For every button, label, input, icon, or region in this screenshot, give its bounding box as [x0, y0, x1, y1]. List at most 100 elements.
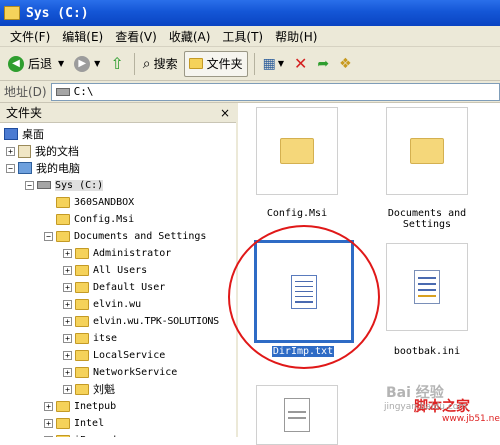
documents-icon [18, 144, 31, 158]
delete-button[interactable]: ✕ [290, 51, 311, 77]
folder-pane-title: 文件夹 [6, 106, 43, 120]
close-icon[interactable]: × [220, 106, 230, 120]
tree-item-folder[interactable]: + NetworkService [63, 364, 177, 380]
computer-icon [18, 162, 32, 174]
dropdown-arrow-icon[interactable]: ▼ [94, 59, 100, 68]
tree-item-my-documents[interactable]: + 我的文档 [6, 143, 79, 159]
file-thumbnail[interactable] [256, 385, 338, 445]
address-bar: 地址(D) C:\ [0, 81, 500, 103]
menu-view[interactable]: 查看(V) [109, 28, 163, 45]
settings-file-icon [414, 270, 440, 304]
expand-icon[interactable]: + [63, 350, 72, 360]
collapse-icon[interactable]: − [25, 180, 34, 190]
tree-item-folder[interactable]: 360SANDBOX [56, 194, 134, 210]
forward-arrow-icon: ▶ [74, 55, 91, 72]
folder-icon [75, 349, 89, 361]
tree-item-folder[interactable]: + Default User [63, 279, 165, 295]
dropdown-arrow-icon: ▼ [277, 59, 284, 68]
expand-icon[interactable]: + [6, 146, 15, 156]
folder-icon [75, 366, 89, 378]
tree-item-folder[interactable]: + elvin.wu [63, 296, 141, 312]
search-label: 搜索 [153, 57, 178, 71]
tree-item-folder[interactable]: Config.Msi [56, 211, 134, 227]
move-to-button[interactable]: ➦ [313, 51, 333, 77]
address-label: 地址(D) [4, 85, 47, 99]
expand-icon[interactable]: + [63, 367, 72, 377]
tree-item-folder[interactable]: + Intel [44, 415, 104, 431]
folder-icon [75, 298, 89, 310]
dropdown-arrow-icon[interactable]: ▼ [58, 59, 64, 68]
search-button[interactable]: ⌕ 搜索 [139, 51, 182, 77]
expand-icon[interactable]: + [63, 384, 72, 394]
expand-icon[interactable]: + [44, 418, 53, 428]
folders-button[interactable]: 文件夹 [183, 50, 248, 77]
tree-item-drive-c[interactable]: − Sys (C:) [25, 177, 104, 193]
tree-item-folder[interactable]: +iPromsd [44, 432, 116, 437]
desktop-icon [4, 128, 18, 140]
file-label[interactable]: Config.Msi [249, 208, 345, 219]
menu-edit[interactable]: 编辑(E) [56, 28, 109, 45]
drive-icon [37, 181, 51, 189]
move-to-icon: ➦ [317, 55, 330, 72]
folder-icon [75, 315, 89, 327]
title-bar: Sys (C:) [0, 0, 500, 26]
folder-icon [56, 196, 70, 208]
tree-item-folder[interactable]: + elvin.wu.TPK-SOLUTIONS [63, 313, 219, 329]
delete-icon: ✕ [294, 54, 308, 73]
tree-item-folder[interactable]: + 刘魁 [63, 381, 115, 397]
expand-icon[interactable]: + [63, 299, 72, 309]
drive-icon [55, 87, 70, 96]
file-thumbnail[interactable] [386, 107, 468, 195]
copy-to-button[interactable]: ❖ [335, 51, 356, 77]
folder-icon [75, 264, 89, 276]
menu-help[interactable]: 帮助(H) [269, 28, 323, 45]
toolbar: ◀ 后退 ▼ ▶ ▼ ⇧ ⌕ 搜索 文件夹 ▦ ▼ ✕ ➦ ❖ [0, 47, 500, 81]
folder-icon [410, 138, 444, 164]
back-button[interactable]: ◀ 后退 ▼ [4, 51, 68, 77]
tree-item-folder[interactable]: − Documents and Settings [44, 228, 206, 244]
toolbar-separator [133, 52, 135, 75]
file-icon [284, 398, 310, 432]
folder-icon [56, 417, 70, 429]
expand-icon[interactable]: + [63, 265, 72, 275]
tree-item-desktop[interactable]: 桌面 [4, 126, 44, 142]
file-thumbnail[interactable] [256, 107, 338, 195]
tree-item-folder[interactable]: + Inetpub [44, 398, 116, 414]
address-input[interactable]: C:\ [50, 82, 500, 101]
folder-icon [4, 6, 20, 20]
up-folder-button[interactable]: ⇧ [106, 51, 127, 77]
tree-item-folder[interactable]: + itse [63, 330, 117, 346]
views-icon: ▦ [262, 55, 276, 72]
watermark-url: jingyan.baidu.com [384, 402, 468, 412]
folder-icon [75, 383, 89, 395]
up-folder-icon: ⇧ [110, 54, 124, 73]
menu-file[interactable]: 文件(F) [4, 28, 56, 45]
menu-tools[interactable]: 工具(T) [216, 28, 269, 45]
expand-icon[interactable]: + [63, 282, 72, 292]
file-label[interactable]: bootbak.ini [379, 346, 475, 357]
expand-icon[interactable]: + [63, 316, 72, 326]
collapse-icon[interactable]: − [44, 231, 53, 241]
folders-label: 文件夹 [206, 57, 243, 71]
file-label[interactable]: Documents and Settings [379, 208, 475, 230]
expand-icon[interactable]: + [63, 248, 72, 258]
folder-pane-header: 文件夹 × [0, 103, 236, 123]
folder-icon [188, 58, 203, 69]
search-icon: ⌕ [142, 55, 151, 72]
folder-icon [280, 138, 314, 164]
menu-favorites[interactable]: 收藏(A) [163, 28, 217, 45]
tree-item-folder[interactable]: + All Users [63, 262, 147, 278]
file-thumbnail[interactable] [386, 243, 468, 331]
views-button[interactable]: ▦ ▼ [259, 51, 288, 77]
folder-icon [75, 281, 89, 293]
tree-item-my-computer[interactable]: − 我的电脑 [6, 160, 80, 176]
expand-icon[interactable]: + [44, 401, 53, 411]
tree-item-folder[interactable]: + LocalService [63, 347, 165, 363]
tree-item-folder[interactable]: + Administrator [63, 245, 171, 261]
collapse-icon[interactable]: − [6, 163, 15, 173]
back-label: 后退 [28, 57, 53, 71]
expand-icon[interactable]: + [63, 333, 72, 343]
forward-button[interactable]: ▶ ▼ [70, 51, 104, 77]
folder-icon [56, 400, 70, 412]
folder-icon [56, 213, 70, 225]
